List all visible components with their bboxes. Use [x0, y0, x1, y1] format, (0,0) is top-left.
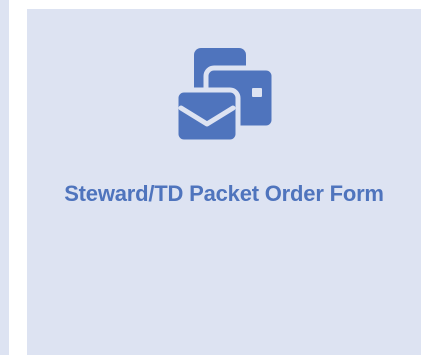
packet-order-form-tile[interactable]: Steward/TD Packet Order Form	[27, 9, 421, 355]
adjacent-tile-edge	[0, 0, 9, 355]
page: Steward/TD Packet Order Form	[0, 0, 430, 355]
tile-label: Steward/TD Packet Order Form	[64, 181, 384, 206]
mail-packet-icon	[173, 48, 277, 145]
